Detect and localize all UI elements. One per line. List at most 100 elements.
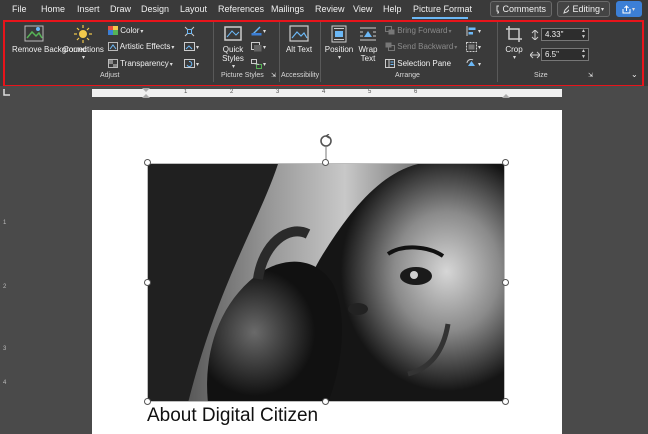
crop-icon <box>506 26 522 42</box>
document-heading[interactable]: About Digital Citizen <box>147 405 318 427</box>
tab-file[interactable]: File <box>12 4 27 14</box>
right-indent-marker[interactable] <box>502 88 510 98</box>
transparency-icon <box>108 59 118 69</box>
color-button[interactable]: Color▾ <box>108 26 143 37</box>
resize-handle-top[interactable] <box>322 159 329 166</box>
chevron-down-icon: ▾ <box>478 45 482 52</box>
resize-handle-bottom[interactable] <box>322 398 329 405</box>
group-objects-icon <box>466 42 477 52</box>
selected-picture[interactable] <box>147 163 505 402</box>
chevron-down-icon: ▾ <box>632 6 636 13</box>
compress-icon <box>184 26 195 37</box>
resize-handle-right[interactable] <box>502 279 509 286</box>
format-picture-dialog-launcher[interactable]: ⇲ <box>271 72 276 81</box>
ruler-number: 1 <box>3 220 7 226</box>
corrections-button[interactable]: Corrections ▾ <box>63 25 104 63</box>
pencil-icon <box>563 4 570 14</box>
active-tab-indicator <box>412 17 468 19</box>
shape-width-icon <box>530 51 540 59</box>
sun-icon <box>74 25 92 43</box>
tab-home[interactable]: Home <box>41 4 65 14</box>
ruler-number: 2 <box>230 89 234 95</box>
position-icon <box>331 25 347 43</box>
tab-design[interactable]: Design <box>141 4 169 14</box>
tab-references[interactable]: References <box>218 4 264 14</box>
crop-button[interactable]: Crop ▾ <box>502 25 526 63</box>
change-picture-button[interactable]: ▾ <box>184 42 199 53</box>
alt-text-icon <box>289 25 309 42</box>
resize-handle-bottom-left[interactable] <box>144 398 151 405</box>
ruler-number: 3 <box>276 89 280 95</box>
editing-mode-button[interactable]: Editing ▾ <box>557 1 610 17</box>
tab-draw[interactable]: Draw <box>110 4 131 14</box>
position-button[interactable]: Position ▾ <box>324 25 354 63</box>
comments-button[interactable]: Comments <box>490 1 552 17</box>
indent-marker[interactable] <box>142 88 150 98</box>
wrap-text-button[interactable]: Wrap Text <box>356 25 380 63</box>
artistic-effects-button[interactable]: Artistic Effects▾ <box>108 42 174 53</box>
shape-height-field[interactable]: 4.33" ▲ ▼ <box>541 28 589 41</box>
width-spinner[interactable]: ▲ ▼ <box>581 48 586 60</box>
chevron-down-icon: ▾ <box>512 55 516 61</box>
tab-selector[interactable] <box>3 88 11 96</box>
remove-background-icon <box>24 25 44 42</box>
resize-handle-top-right[interactable] <box>502 159 509 166</box>
resize-handle-bottom-right[interactable] <box>502 398 509 405</box>
chevron-down-icon: ▾ <box>337 55 341 61</box>
portrait-photo <box>148 164 504 401</box>
ruler-number: 5 <box>368 89 372 95</box>
shape-width-field[interactable]: 6.5" ▲ ▼ <box>541 48 589 61</box>
resize-handle-left[interactable] <box>144 279 151 286</box>
horizontal-ruler-strip: 1 2 3 4 5 6 <box>92 89 562 97</box>
group-label-arrange: Arrange <box>395 72 420 79</box>
tab-view[interactable]: View <box>353 4 372 14</box>
quick-styles-button[interactable]: Quick Styles ▾ <box>218 25 248 72</box>
group-label-accessibility: Accessibility <box>281 72 320 79</box>
selection-pane-button[interactable]: Selection Pane <box>385 59 451 69</box>
tab-insert[interactable]: Insert <box>77 4 100 14</box>
tab-help[interactable]: Help <box>383 4 402 14</box>
height-spinner[interactable]: ▲ ▼ <box>581 28 586 40</box>
chevron-down-icon: ▾ <box>81 55 85 61</box>
chevron-down-icon: ▾ <box>478 62 482 69</box>
alt-text-button[interactable]: Alt Text <box>285 25 313 54</box>
send-backward-button: Send Backward▾ <box>385 42 457 53</box>
reset-picture-button[interactable]: ▾ <box>184 59 199 70</box>
size-dialog-launcher[interactable]: ⇲ <box>588 72 593 81</box>
selection-pane-icon <box>385 59 395 69</box>
remove-background-button[interactable]: Remove Background <box>12 25 87 54</box>
group-objects-button[interactable]: ▾ <box>466 42 481 53</box>
menu-tab-bar: File Home Insert Draw Design Layout Refe… <box>0 0 648 20</box>
rotate-handle[interactable] <box>318 134 334 162</box>
tab-layout[interactable]: Layout <box>180 4 207 14</box>
artistic-effects-icon <box>108 42 118 52</box>
chevron-down-icon: ▾ <box>600 6 604 13</box>
chevron-down-icon: ▾ <box>263 62 267 69</box>
group-separator <box>213 22 214 82</box>
chevron-down-icon: ▾ <box>231 64 235 70</box>
align-icon <box>466 26 476 36</box>
bring-forward-button: Bring Forward▾ <box>385 26 452 37</box>
picture-effects-button[interactable]: ▾ <box>251 42 266 53</box>
resize-handle-top-left[interactable] <box>144 159 151 166</box>
tab-picture-format[interactable]: Picture Format <box>413 4 472 14</box>
transparency-button[interactable]: Transparency▾ <box>108 59 173 70</box>
group-separator <box>279 22 280 82</box>
chevron-down-icon: ▾ <box>171 45 175 51</box>
align-button[interactable]: ▾ <box>466 26 481 37</box>
picture-border-button[interactable]: ▾ <box>251 26 266 37</box>
group-label-adjust: Adjust <box>100 72 120 79</box>
compress-pictures-button[interactable] <box>184 26 195 39</box>
chevron-down-icon: ▾ <box>196 62 200 69</box>
collapse-ribbon-icon[interactable]: ⌄ <box>631 70 638 79</box>
rotate-button[interactable]: ▾ <box>466 59 481 70</box>
tab-mailings[interactable]: Mailings <box>271 4 304 14</box>
reset-picture-icon <box>184 59 195 68</box>
chevron-down-icon: ▾ <box>454 45 458 51</box>
share-button[interactable]: ▾ <box>616 1 642 17</box>
shape-height-icon <box>531 30 539 40</box>
vertical-ruler: 1 2 3 4 <box>0 98 12 434</box>
tab-review[interactable]: Review <box>315 4 345 14</box>
picture-layout-button[interactable]: ▾ <box>251 59 266 70</box>
send-backward-icon <box>385 42 395 52</box>
